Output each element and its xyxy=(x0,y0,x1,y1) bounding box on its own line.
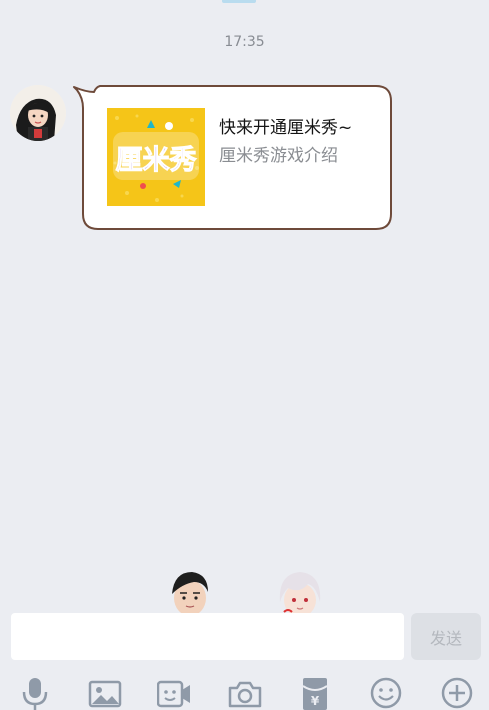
red-packet-icon[interactable]: ¥ xyxy=(298,676,332,710)
sender-avatar[interactable] xyxy=(10,85,66,141)
female-character xyxy=(279,572,321,614)
mic-icon[interactable] xyxy=(18,676,52,710)
image-icon[interactable] xyxy=(88,676,122,710)
card-thumbnail[interactable]: 厘米秀 xyxy=(107,108,205,206)
svg-text:¥: ¥ xyxy=(311,694,320,708)
male-character xyxy=(172,572,208,614)
camera-icon[interactable] xyxy=(228,676,262,710)
video-call-icon[interactable] xyxy=(157,676,191,710)
message-timestamp: 17:35 xyxy=(224,34,265,50)
card-title: 快来开通厘米秀~ xyxy=(219,118,353,138)
plus-icon[interactable] xyxy=(440,676,474,710)
send-button[interactable]: 发送 xyxy=(411,613,481,660)
card-subtitle: 厘米秀游戏介绍 xyxy=(219,146,338,166)
bottom-toolbar: ¥ xyxy=(0,672,489,710)
avatar-characters xyxy=(160,568,360,614)
emoji-icon[interactable] xyxy=(369,676,403,710)
message-input[interactable] xyxy=(11,613,404,660)
top-indicator xyxy=(222,0,256,3)
card-logo-text: 厘米秀 xyxy=(116,145,197,176)
